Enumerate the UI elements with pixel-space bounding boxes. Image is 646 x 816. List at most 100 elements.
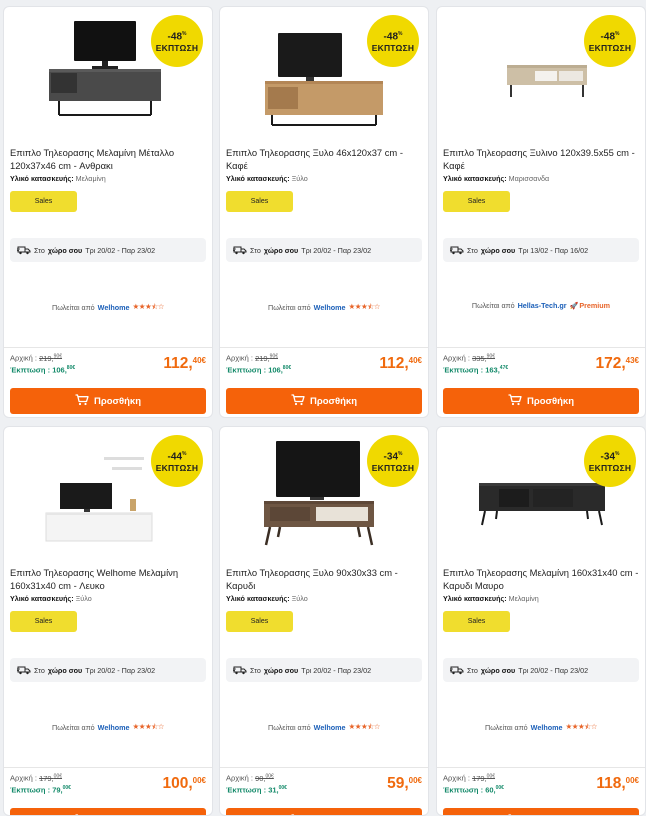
discount-badge: -34% ΕΚΠΤΩΣΗ bbox=[367, 435, 419, 487]
material-info: Υλικό κατασκευής: Μελαμίνη bbox=[10, 174, 106, 183]
discount-amount-dec: 00€ bbox=[496, 785, 504, 791]
seller-name[interactable]: Welhome bbox=[98, 303, 130, 312]
seller-name[interactable]: Welhome bbox=[98, 723, 130, 732]
discount-amount: Έκπτωση : 31,00€ bbox=[226, 785, 287, 795]
material-value: Ξύλο bbox=[292, 594, 308, 603]
material-value: Μελαμίνη bbox=[509, 594, 539, 603]
add-to-cart-button[interactable]: Προσθήκη bbox=[226, 808, 422, 816]
seller-info: Πωλείται από Welhome ★★★⯪☆ bbox=[220, 301, 428, 314]
truck-icon bbox=[233, 665, 247, 675]
discount-amount: Έκπτωση : 163,47€ bbox=[443, 365, 508, 375]
sales-tag[interactable]: Sales bbox=[10, 611, 77, 632]
discount-amount-label: Έκπτωση : bbox=[443, 786, 483, 795]
material-info: Υλικό κατασκευής: Μελαμίνη bbox=[443, 594, 539, 603]
discount-amount: Έκπτωση : 60,00€ bbox=[443, 785, 504, 795]
truck-icon bbox=[450, 665, 464, 675]
add-to-cart-button[interactable]: Προσθήκη bbox=[10, 388, 206, 414]
original-price-int: 219, bbox=[39, 354, 54, 363]
product-card[interactable]: -34% ΕΚΠΤΩΣΗ Επιπλο Τηλεορασης Ξυλο 90x3… bbox=[219, 426, 429, 816]
original-price-label: Αρχική : bbox=[443, 774, 470, 783]
delivery-place: χώρο σου bbox=[48, 666, 82, 675]
seller-name[interactable]: Hellas-Tech.gr bbox=[518, 301, 567, 310]
seller-name[interactable]: Welhome bbox=[531, 723, 563, 732]
material-info: Υλικό κατασκευής: Ξύλο bbox=[10, 594, 92, 603]
product-title[interactable]: Επιπλο Τηλεορασης Welhome Μελαμίνη 160x3… bbox=[10, 567, 206, 592]
material-info: Υλικό κατασκευής: Ξύλο bbox=[226, 594, 308, 603]
add-to-cart-label: Προσθήκη bbox=[94, 396, 141, 407]
add-to-cart-button[interactable]: Προσθήκη bbox=[443, 388, 639, 414]
product-card[interactable]: -48% ΕΚΠΤΩΣΗ Επιπλο Τηλεορασης Ξυλο 46x1… bbox=[219, 6, 429, 418]
discount-amount-label: Έκπτωση : bbox=[226, 366, 266, 375]
add-to-cart-button[interactable]: Προσθήκη bbox=[443, 808, 639, 816]
discount-word: ΕΚΠΤΩΣΗ bbox=[372, 43, 414, 53]
delivery-dates: Τρι 20/02 - Παρ 23/02 bbox=[85, 246, 155, 255]
discount-amount-int: 163, bbox=[485, 366, 500, 375]
seller-prefix: Πωλείται από bbox=[52, 723, 95, 732]
discount-badge: -48% ΕΚΠΤΩΣΗ bbox=[367, 15, 419, 67]
discount-word: ΕΚΠΤΩΣΗ bbox=[589, 463, 631, 473]
product-title[interactable]: Επιπλο Τηλεορασης Ξυλο 90x30x33 cm - Καρ… bbox=[226, 567, 422, 592]
seller-prefix: Πωλείται από bbox=[52, 303, 95, 312]
seller-info: Πωλείται από Welhome ★★★⯪☆ bbox=[4, 721, 212, 734]
discount-badge: -44% ΕΚΠΤΩΣΗ bbox=[151, 435, 203, 487]
original-price-label: Αρχική : bbox=[226, 774, 253, 783]
final-price-int: 112, bbox=[163, 355, 192, 372]
delivery-info: Στο χώρο σου Τρι 20/02 - Παρ 23/02 bbox=[226, 658, 422, 682]
rating-stars: ★★★⯪☆ bbox=[349, 721, 381, 734]
truck-icon bbox=[17, 665, 31, 675]
material-label: Υλικό κατασκευής: bbox=[443, 174, 507, 183]
discount-amount: Έκπτωση : 79,00€ bbox=[10, 785, 71, 795]
original-price: Αρχική : 179,00€ bbox=[443, 773, 495, 783]
material-label: Υλικό κατασκευής: bbox=[10, 594, 74, 603]
material-value: Μαρισσανδα bbox=[509, 174, 550, 183]
discount-amount-label: Έκπτωση : bbox=[10, 786, 50, 795]
product-card[interactable]: -44% ΕΚΠΤΩΣΗ Επιπλο Τηλεορασης Welhome Μ… bbox=[3, 426, 213, 816]
product-card[interactable]: -48% ΕΚΠΤΩΣΗ Επιπλο Τηλεορασης Ξυλινο 12… bbox=[436, 6, 646, 418]
discount-amount-int: 106, bbox=[52, 366, 67, 375]
seller-name[interactable]: Welhome bbox=[314, 723, 346, 732]
divider bbox=[437, 767, 645, 768]
original-price-int: 219, bbox=[255, 354, 270, 363]
add-to-cart-button[interactable]: Προσθήκη bbox=[10, 808, 206, 816]
discount-amount-int: 60, bbox=[485, 786, 495, 795]
final-price-dec: 00€ bbox=[626, 776, 639, 785]
discount-amount-label: Έκπτωση : bbox=[443, 366, 483, 375]
discount-amount: Έκπτωση : 106,80€ bbox=[226, 365, 291, 375]
sales-tag[interactable]: Sales bbox=[226, 611, 293, 632]
delivery-prefix: Στο bbox=[250, 666, 261, 675]
product-card[interactable]: -48% ΕΚΠΤΩΣΗ Επιπλο Τηλεορασης Μελαμίνη … bbox=[3, 6, 213, 418]
add-to-cart-button[interactable]: Προσθήκη bbox=[226, 388, 422, 414]
discount-amount-dec: 47€ bbox=[500, 365, 508, 371]
rating-stars: ★★★⯪☆ bbox=[566, 721, 598, 734]
product-title[interactable]: Επιπλο Τηλεορασης Μελαμίνη 160x31x40 cm … bbox=[443, 567, 639, 592]
product-title[interactable]: Επιπλο Τηλεορασης Ξυλο 46x120x37 cm - Κα… bbox=[226, 147, 422, 172]
seller-info: Πωλείται από Welhome ★★★⯪☆ bbox=[437, 721, 645, 734]
original-price-int: 90, bbox=[255, 774, 265, 783]
delivery-info: Στο χώρο σου Τρι 13/02 - Παρ 16/02 bbox=[443, 238, 639, 262]
delivery-info: Στο χώρο σου Τρι 20/02 - Παρ 23/02 bbox=[10, 658, 206, 682]
final-price: 59,00€ bbox=[387, 775, 422, 793]
sales-tag[interactable]: Sales bbox=[443, 191, 510, 212]
final-price-int: 112, bbox=[379, 355, 408, 372]
product-title[interactable]: Επιπλο Τηλεορασης Ξυλινο 120x39.5x55 cm … bbox=[443, 147, 639, 172]
truck-icon bbox=[450, 245, 464, 255]
original-price-dec: 00€ bbox=[487, 773, 495, 779]
divider bbox=[220, 347, 428, 348]
final-price: 172,43€ bbox=[595, 355, 639, 373]
original-price: Αρχική : 219,90€ bbox=[226, 353, 278, 363]
product-title[interactable]: Επιπλο Τηλεορασης Μελαμίνη Μέταλλο 120x3… bbox=[10, 147, 206, 172]
discount-amount-int: 79, bbox=[52, 786, 62, 795]
divider bbox=[220, 767, 428, 768]
discount-amount-dec: 00€ bbox=[63, 785, 71, 791]
sales-tag[interactable]: Sales bbox=[443, 611, 510, 632]
discount-amount-int: 106, bbox=[268, 366, 283, 375]
delivery-prefix: Στο bbox=[467, 246, 478, 255]
final-price: 112,40€ bbox=[379, 355, 422, 373]
sales-tag[interactable]: Sales bbox=[10, 191, 77, 212]
divider bbox=[437, 347, 645, 348]
product-card[interactable]: -34% ΕΚΠΤΩΣΗ Επιπλο Τηλεορασης Μελαμίνη … bbox=[436, 426, 646, 816]
discount-value: -48 bbox=[601, 32, 615, 43]
seller-name[interactable]: Welhome bbox=[314, 303, 346, 312]
sales-tag[interactable]: Sales bbox=[226, 191, 293, 212]
seller-prefix: Πωλείται από bbox=[268, 723, 311, 732]
